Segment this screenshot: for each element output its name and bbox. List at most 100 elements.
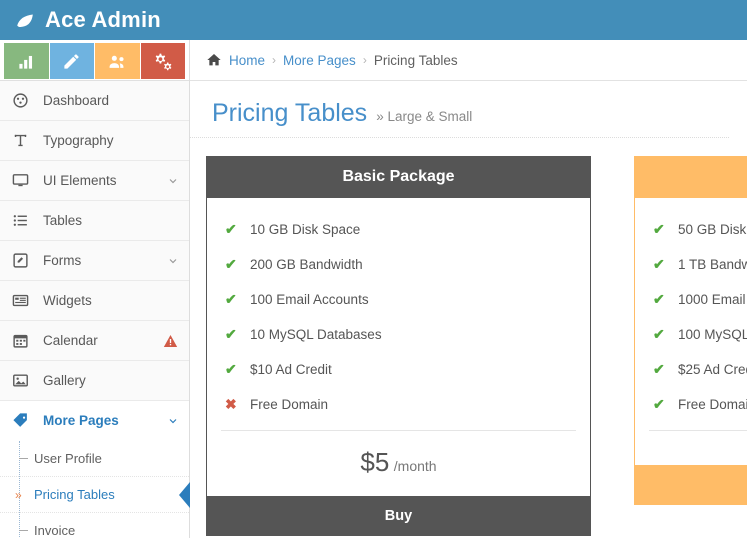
leaf-icon [17, 14, 33, 28]
sidebar-item-calendar[interactable]: Calendar [0, 321, 189, 361]
calendar-icon [12, 332, 34, 350]
breadcrumb-more-pages[interactable]: More Pages [283, 53, 356, 68]
pencil-icon [64, 53, 79, 69]
feature-item: ✔ 100 MySQL Databases [635, 317, 747, 352]
check-icon: ✔ [225, 256, 237, 272]
sidebar-item-widgets[interactable]: Widgets [0, 281, 189, 321]
sidebar-item-label: Typography [43, 133, 114, 148]
main-content: Home › More Pages › Pricing Tables Prici… [190, 40, 747, 538]
check-icon: ✔ [653, 256, 665, 272]
price-section: $5 /month [221, 430, 576, 496]
buy-button[interactable] [634, 465, 747, 505]
sidebar-shortcuts [0, 40, 189, 81]
gears-icon [155, 53, 172, 70]
check-icon: ✔ [225, 221, 237, 237]
pricing-card-title [634, 156, 747, 198]
brand-name: Ace Admin [45, 7, 161, 32]
users-button[interactable] [95, 43, 140, 79]
edit-square-icon [12, 252, 34, 270]
feature-item: ✔ 200 GB Bandwidth [207, 247, 590, 282]
chart-button[interactable] [4, 43, 49, 79]
feature-item: ✔ 10 MySQL Databases [207, 317, 590, 352]
sidebar-item-pricing-tables[interactable]: » Pricing Tables [0, 477, 190, 513]
active-pointer-icon [179, 481, 190, 508]
sidebar-item-label: Tables [43, 213, 83, 228]
pricing-card-body: ✔ 10 GB Disk Space ✔ 200 GB Bandwidth ✔ … [206, 198, 591, 496]
chevron-down-icon [169, 178, 177, 183]
feature-label: $10 Ad Credit [250, 362, 332, 377]
page-layout: Dashboard Typography UI Elements Tables [0, 40, 747, 538]
home-icon[interactable] [206, 52, 222, 68]
check-icon: ✔ [653, 361, 665, 377]
check-icon: ✔ [653, 396, 665, 412]
dashboard-icon [12, 92, 34, 110]
feature-label: 1000 Email Accounts [678, 292, 747, 307]
cross-icon: ✖ [225, 396, 237, 412]
tag-icon [12, 412, 34, 430]
check-icon: ✔ [653, 221, 665, 237]
settings-button[interactable] [140, 43, 185, 79]
picture-icon [12, 372, 34, 390]
desktop-icon [12, 172, 34, 190]
check-icon: ✔ [225, 291, 237, 307]
feature-label: 1 TB Bandwidth [678, 257, 747, 272]
page-title: Pricing Tables [212, 99, 368, 127]
price-amount: $5 [360, 447, 390, 477]
feature-label: Free Domain [250, 397, 329, 412]
price-section [649, 430, 747, 465]
chevron-down-icon [169, 418, 177, 423]
feature-item: ✔ 100 Email Accounts [207, 282, 590, 317]
widgets-icon [12, 292, 34, 310]
check-icon: ✔ [225, 326, 237, 342]
typography-icon [12, 132, 34, 150]
breadcrumb-home[interactable]: Home [229, 53, 265, 68]
page-subtitle: » Large & Small [376, 109, 473, 124]
feature-item: ✔ 10 GB Disk Space [207, 212, 590, 247]
price-period: /month [393, 458, 437, 474]
feature-label: $25 Ad Credit [678, 362, 747, 377]
feature-item: ✔ 1 TB Bandwidth [635, 247, 747, 282]
chevron-down-icon [169, 258, 177, 263]
sidebar-item-label: Widgets [43, 293, 92, 308]
feature-item: ✔ $25 Ad Credit [635, 352, 747, 387]
buy-button[interactable]: Buy [206, 496, 591, 536]
sidebar-item-invoice[interactable]: Invoice [0, 513, 189, 538]
sidebar-item-label: Gallery [43, 373, 86, 388]
pricing-card-body: ✔ 50 GB Disk Space ✔ 1 TB Bandwidth ✔ 10… [634, 198, 747, 465]
warning-triangle-icon [163, 334, 178, 347]
pricing-cards-container: Basic Package ✔ 10 GB Disk Space ✔ 200 G… [190, 138, 747, 536]
pricing-card-title: Basic Package [206, 156, 591, 198]
sidebar-item-more-pages[interactable]: More Pages [0, 401, 189, 441]
breadcrumb-current: Pricing Tables [373, 52, 458, 68]
feature-label: 10 GB Disk Space [250, 222, 361, 237]
sidebar: Dashboard Typography UI Elements Tables [0, 40, 190, 538]
brand-logo[interactable]: Ace Admin [14, 7, 161, 33]
sidebar-item-label: Pricing Tables [34, 487, 115, 502]
sidebar-item-forms[interactable]: Forms [0, 241, 189, 281]
feature-label: 10 MySQL Databases [250, 327, 382, 342]
sidebar-item-typography[interactable]: Typography [0, 121, 189, 161]
breadcrumb-separator: › [272, 53, 277, 67]
top-navbar: Ace Admin [0, 0, 747, 40]
sidebar-item-label: User Profile [34, 451, 102, 466]
feature-item: ✖ Free Domain [207, 387, 590, 422]
check-icon: ✔ [653, 291, 665, 307]
feature-label: 100 MySQL Databases [678, 327, 747, 342]
sidebar-item-ui-elements[interactable]: UI Elements [0, 161, 189, 201]
sidebar-item-user-profile[interactable]: User Profile [0, 441, 189, 477]
edit-button[interactable] [49, 43, 94, 79]
sidebar-item-gallery[interactable]: Gallery [0, 361, 189, 401]
page-header: Pricing Tables » Large & Small [190, 81, 729, 138]
feature-item: ✔ $10 Ad Credit [207, 352, 590, 387]
feature-label: 100 Email Accounts [250, 292, 369, 307]
sidebar-item-label: Invoice [34, 523, 76, 538]
sidebar-item-label: Dashboard [43, 93, 110, 108]
pricing-card-second: ✔ 50 GB Disk Space ✔ 1 TB Bandwidth ✔ 10… [634, 156, 747, 536]
bar-chart-icon [19, 55, 32, 69]
users-icon [109, 55, 124, 68]
feature-item: ✔ Free Domain [635, 387, 747, 422]
check-icon: ✔ [225, 361, 237, 377]
sidebar-item-dashboard[interactable]: Dashboard [0, 81, 189, 121]
sidebar-item-tables[interactable]: Tables [0, 201, 189, 241]
sidebar-item-label: Forms [43, 253, 82, 268]
